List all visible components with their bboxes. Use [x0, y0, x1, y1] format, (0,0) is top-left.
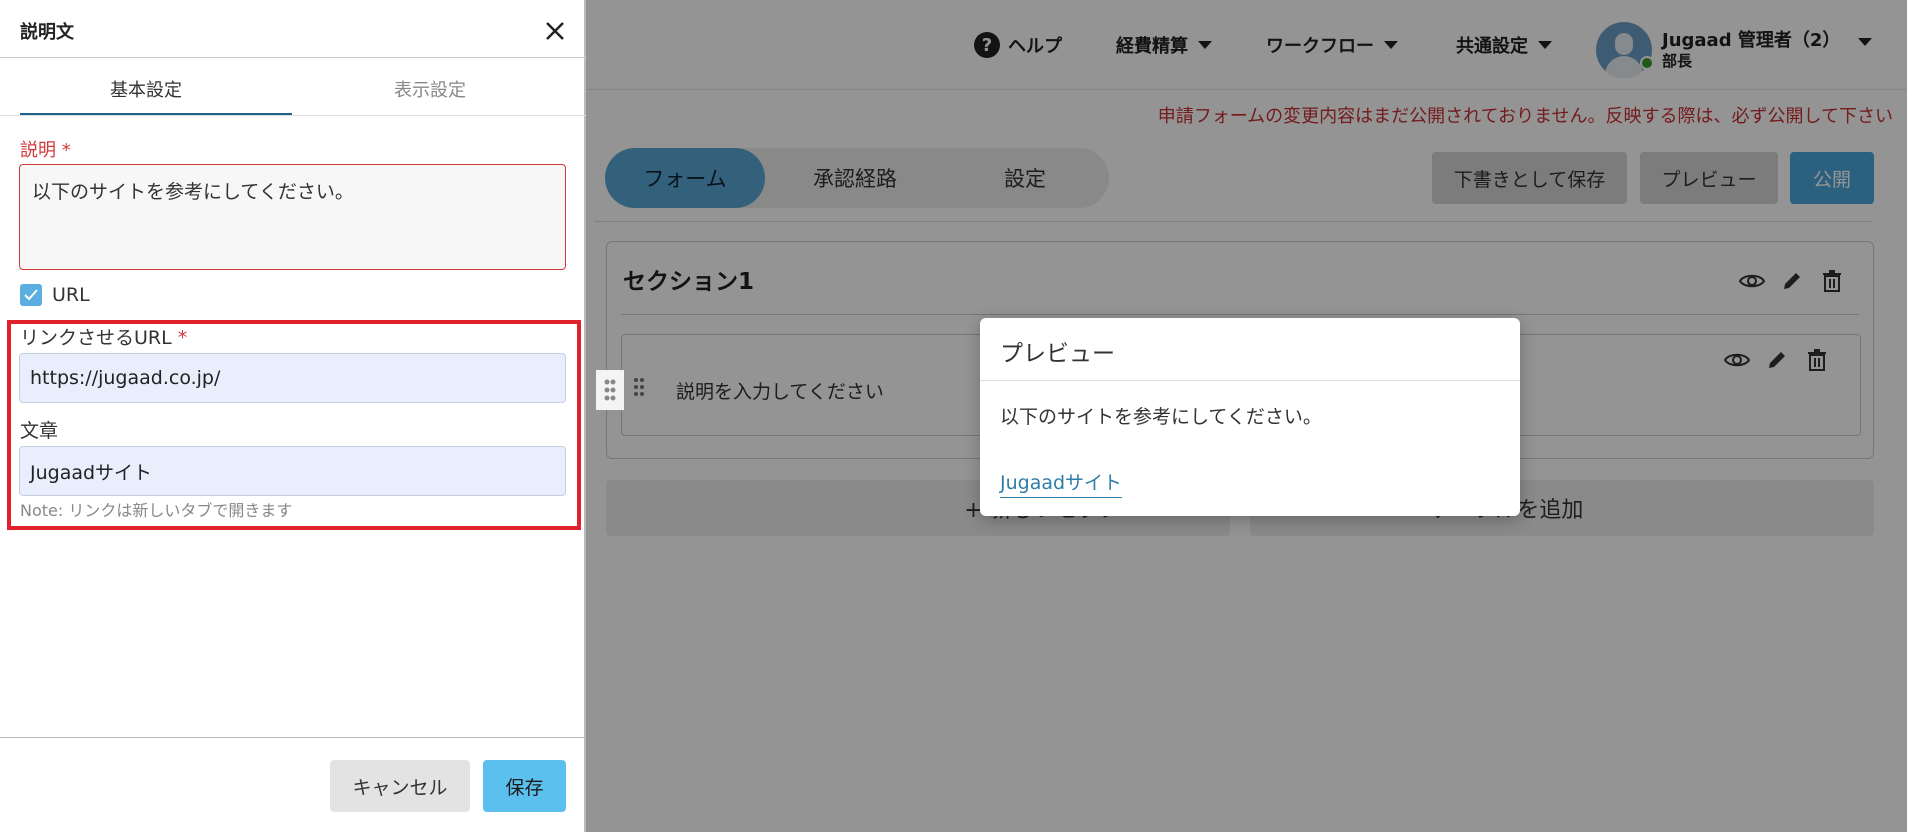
link-url-input[interactable]: https://jugaad.co.jp/ [19, 353, 566, 403]
footer-divider [0, 737, 586, 738]
link-text-input[interactable]: Jugaadサイト [19, 446, 566, 496]
save-button[interactable]: 保存 [483, 760, 566, 812]
cancel-button[interactable]: キャンセル [330, 760, 470, 812]
new-tab-note: Note: リンクは新しいタブで開きます [20, 501, 293, 520]
description-settings-panel: 説明文 基本設定 表示設定 説明 * 以下のサイトを参考にしてください。 URL… [0, 0, 586, 832]
preview-description: 以下のサイトを参考にしてください。 [1000, 406, 1322, 428]
required-mark: * [61, 140, 71, 161]
tabs-divider [0, 115, 586, 116]
description-label-text: 説明 [20, 140, 56, 161]
panel-header-divider [0, 57, 586, 58]
drag-handle-icon[interactable] [596, 370, 624, 410]
description-textarea[interactable]: 以下のサイトを参考にしてください。 [19, 164, 566, 270]
link-url-label: リンクさせるURL * [20, 323, 187, 350]
preview-divider [980, 380, 1520, 381]
panel-title: 説明文 [20, 22, 74, 43]
url-checkbox[interactable] [20, 284, 42, 306]
preview-title: プレビュー [1000, 341, 1115, 367]
close-icon[interactable] [538, 14, 572, 48]
tab-display-settings[interactable]: 表示設定 [292, 76, 568, 102]
description-label: 説明 * [20, 136, 71, 162]
preview-link[interactable]: Jugaadサイト [1000, 468, 1123, 498]
link-text-label: 文章 [20, 420, 59, 442]
url-checkbox-label[interactable]: URL [52, 284, 90, 306]
active-tab-indicator [20, 113, 292, 115]
required-mark: * [177, 327, 188, 349]
link-url-label-text: リンクさせるURL [20, 327, 172, 349]
tab-basic-settings[interactable]: 基本設定 [0, 76, 292, 102]
preview-dialog: プレビュー 以下のサイトを参考にしてください。 Jugaadサイト [980, 318, 1520, 516]
